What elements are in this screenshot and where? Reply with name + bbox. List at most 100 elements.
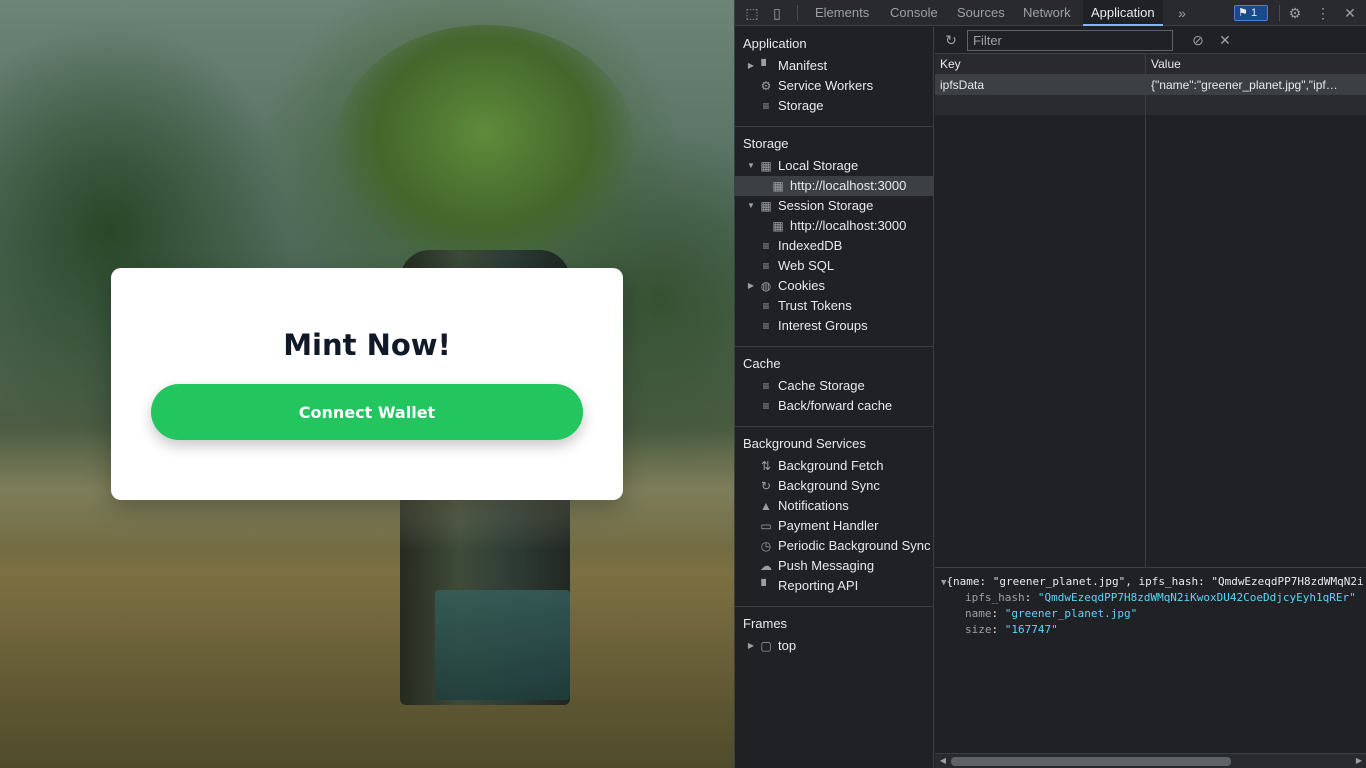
database-icon: ≡ bbox=[762, 239, 770, 253]
field-key: name bbox=[965, 607, 992, 620]
database-icon: ≡ bbox=[762, 399, 770, 413]
preview-summary-line[interactable]: ▼{name: "greener_planet.jpg", ipfs_hash:… bbox=[941, 574, 1364, 590]
sidebar-item-label: Reporting API bbox=[778, 578, 859, 593]
sidebar-item-label: Local Storage bbox=[778, 158, 859, 173]
collapse-arrow-icon[interactable]: ▼ bbox=[746, 196, 756, 216]
sidebar-item-push-messaging[interactable]: ☁ Push Messaging bbox=[735, 556, 934, 576]
sidebar-item-label: Back/forward cache bbox=[778, 398, 893, 413]
sidebar-item-label: Push Messaging bbox=[778, 558, 875, 573]
sidebar-item-cookies[interactable]: ▶ ◍ Cookies bbox=[735, 276, 934, 296]
field-value: "167747" bbox=[1004, 623, 1058, 636]
sidebar-item-local-storage[interactable]: ▼ ▦ Local Storage bbox=[735, 156, 934, 176]
database-icon: ≡ bbox=[762, 319, 770, 333]
table-header: Key Value bbox=[935, 54, 1366, 75]
bell-icon: ▲ bbox=[760, 499, 772, 513]
sidebar-item-label: Background Sync bbox=[778, 478, 880, 493]
tab-network[interactable]: Network bbox=[1015, 0, 1079, 26]
storage-toolbar: ↻ ⊘ ✕ bbox=[935, 27, 1366, 54]
issues-badge[interactable]: ⚑ 1 bbox=[1234, 5, 1268, 21]
sidebar-item-label: Storage bbox=[778, 98, 824, 113]
sidebar-item-frame-top[interactable]: ▶ ▢ top bbox=[735, 636, 934, 656]
table-row[interactable]: ipfsData {"name":"greener_planet.jpg","i… bbox=[935, 75, 1366, 95]
column-header-value[interactable]: Value bbox=[1151, 54, 1181, 74]
scrollbar-thumb[interactable] bbox=[951, 757, 1231, 766]
preview-field: name: "greener_planet.jpg" bbox=[965, 606, 1137, 622]
sidebar-item-label: Service Workers bbox=[778, 78, 874, 93]
cloud-icon: ☁ bbox=[760, 559, 772, 573]
tab-elements[interactable]: Elements bbox=[807, 0, 877, 26]
colon-separator: : bbox=[1024, 591, 1038, 604]
sidebar-item-web-sql[interactable]: ≡ Web SQL bbox=[735, 256, 934, 276]
refresh-icon[interactable]: ↻ bbox=[942, 31, 960, 49]
device-toolbar-icon[interactable]: ▯ bbox=[768, 4, 786, 22]
mint-title: Mint Now! bbox=[283, 328, 451, 362]
delete-selected-icon[interactable]: ✕ bbox=[1216, 31, 1234, 49]
sidebar-item-label: Interest Groups bbox=[778, 318, 868, 333]
preview-summary: {name: "greener_planet.jpg", ipfs_hash: … bbox=[946, 575, 1364, 588]
expand-arrow-icon[interactable]: ▶ bbox=[746, 636, 756, 656]
settings-gear-icon[interactable]: ⚙ bbox=[1286, 4, 1304, 22]
sidebar-item-background-sync[interactable]: ↻ Background Sync bbox=[735, 476, 934, 496]
preview-field: ipfs_hash: "QmdwEzeqdPP7H8zdWMqN2iKwoxDU… bbox=[965, 590, 1356, 606]
sidebar-item-local-storage-origin[interactable]: ▦ http://localhost:3000 bbox=[735, 176, 934, 196]
tab-console[interactable]: Console bbox=[882, 0, 946, 26]
inspect-element-icon[interactable]: ⬚ bbox=[743, 4, 761, 22]
more-tabs-icon[interactable]: » bbox=[1173, 4, 1191, 22]
sidebar-item-interest-groups[interactable]: ≡ Interest Groups bbox=[735, 316, 934, 336]
sidebar-item-label: Background Fetch bbox=[778, 458, 884, 473]
database-icon: ≡ bbox=[762, 299, 770, 313]
tab-application[interactable]: Application bbox=[1083, 0, 1163, 26]
close-devtools-icon[interactable]: ✕ bbox=[1341, 4, 1359, 22]
sidebar-item-service-workers[interactable]: ⚙ Service Workers bbox=[735, 76, 934, 96]
sidebar-item-cache-storage[interactable]: ≡ Cache Storage bbox=[735, 376, 934, 396]
sidebar-item-reporting-api[interactable]: ▘ Reporting API bbox=[735, 576, 934, 596]
sidebar-item-session-storage[interactable]: ▼ ▦ Session Storage bbox=[735, 196, 934, 216]
scroll-left-icon[interactable]: ◀ bbox=[937, 755, 949, 767]
devtools-tabbar: ⬚ ▯ Elements Console Sources Network App… bbox=[735, 0, 1366, 26]
sidebar-item-session-storage-origin[interactable]: ▦ http://localhost:3000 bbox=[735, 216, 934, 236]
sidebar-item-indexeddb[interactable]: ≡ IndexedDB bbox=[735, 236, 934, 256]
connect-wallet-button[interactable]: Connect Wallet bbox=[151, 384, 583, 440]
tab-sources[interactable]: Sources bbox=[949, 0, 1013, 26]
storage-table: Key Value ipfsData {"name":"greener_plan… bbox=[935, 54, 1366, 567]
sidebar-item-label: Payment Handler bbox=[778, 518, 879, 533]
application-sidebar: Application ▶ ▘ Manifest ⚙ Service Worke… bbox=[735, 27, 934, 768]
sidebar-item-manifest[interactable]: ▶ ▘ Manifest bbox=[735, 56, 934, 76]
horizontal-scrollbar[interactable]: ◀ ▶ bbox=[935, 753, 1366, 768]
section-title-application: Application bbox=[743, 36, 807, 51]
sidebar-item-bfcache[interactable]: ≡ Back/forward cache bbox=[735, 396, 934, 416]
sidebar-item-label: Periodic Background Sync bbox=[778, 538, 931, 553]
sidebar-item-label: IndexedDB bbox=[778, 238, 843, 253]
expand-arrow-icon[interactable]: ▶ bbox=[746, 56, 756, 76]
sidebar-item-notifications[interactable]: ▲ Notifications bbox=[735, 496, 934, 516]
row-key: ipfsData bbox=[940, 78, 985, 92]
sidebar-item-label: Session Storage bbox=[778, 198, 874, 213]
row-value: {"name":"greener_planet.jpg","ipf… bbox=[1151, 78, 1338, 92]
filter-input[interactable] bbox=[967, 30, 1173, 51]
sidebar-item-trust-tokens[interactable]: ≡ Trust Tokens bbox=[735, 296, 934, 316]
storage-main-panel: ↻ ⊘ ✕ Key Value ipfsData {"name":"greene… bbox=[935, 27, 1366, 768]
preview-field: size: "167747" bbox=[965, 622, 1058, 638]
devtools-panel: ⬚ ▯ Elements Console Sources Network App… bbox=[734, 0, 1366, 768]
column-divider[interactable] bbox=[1145, 54, 1146, 567]
sidebar-item-label: Notifications bbox=[778, 498, 849, 513]
kebab-menu-icon[interactable]: ⋮ bbox=[1314, 4, 1332, 22]
sidebar-item-label: Manifest bbox=[778, 58, 828, 73]
collapse-arrow-icon[interactable]: ▼ bbox=[746, 156, 756, 176]
column-header-key[interactable]: Key bbox=[940, 54, 961, 74]
field-value: "greener_planet.jpg" bbox=[1004, 607, 1138, 620]
scroll-right-icon[interactable]: ▶ bbox=[1353, 755, 1365, 767]
gear-icon: ⚙ bbox=[760, 79, 772, 93]
empty-table-row bbox=[935, 95, 1366, 115]
sidebar-item-background-fetch[interactable]: ⇅ Background Fetch bbox=[735, 456, 934, 476]
issues-flag-icon: ⚑ bbox=[1238, 7, 1248, 19]
section-divider bbox=[735, 606, 934, 607]
section-divider bbox=[735, 346, 934, 347]
sidebar-item-payment-handler[interactable]: ▭ Payment Handler bbox=[735, 516, 934, 536]
sidebar-item-storage[interactable]: ≡ Storage bbox=[735, 96, 934, 116]
table-icon: ▦ bbox=[760, 199, 772, 213]
clear-all-icon[interactable]: ⊘ bbox=[1189, 31, 1207, 49]
expand-arrow-icon[interactable]: ▶ bbox=[746, 276, 756, 296]
sidebar-item-periodic-background-sync[interactable]: ◷ Periodic Background Sync bbox=[735, 536, 934, 556]
database-icon: ≡ bbox=[762, 379, 770, 393]
